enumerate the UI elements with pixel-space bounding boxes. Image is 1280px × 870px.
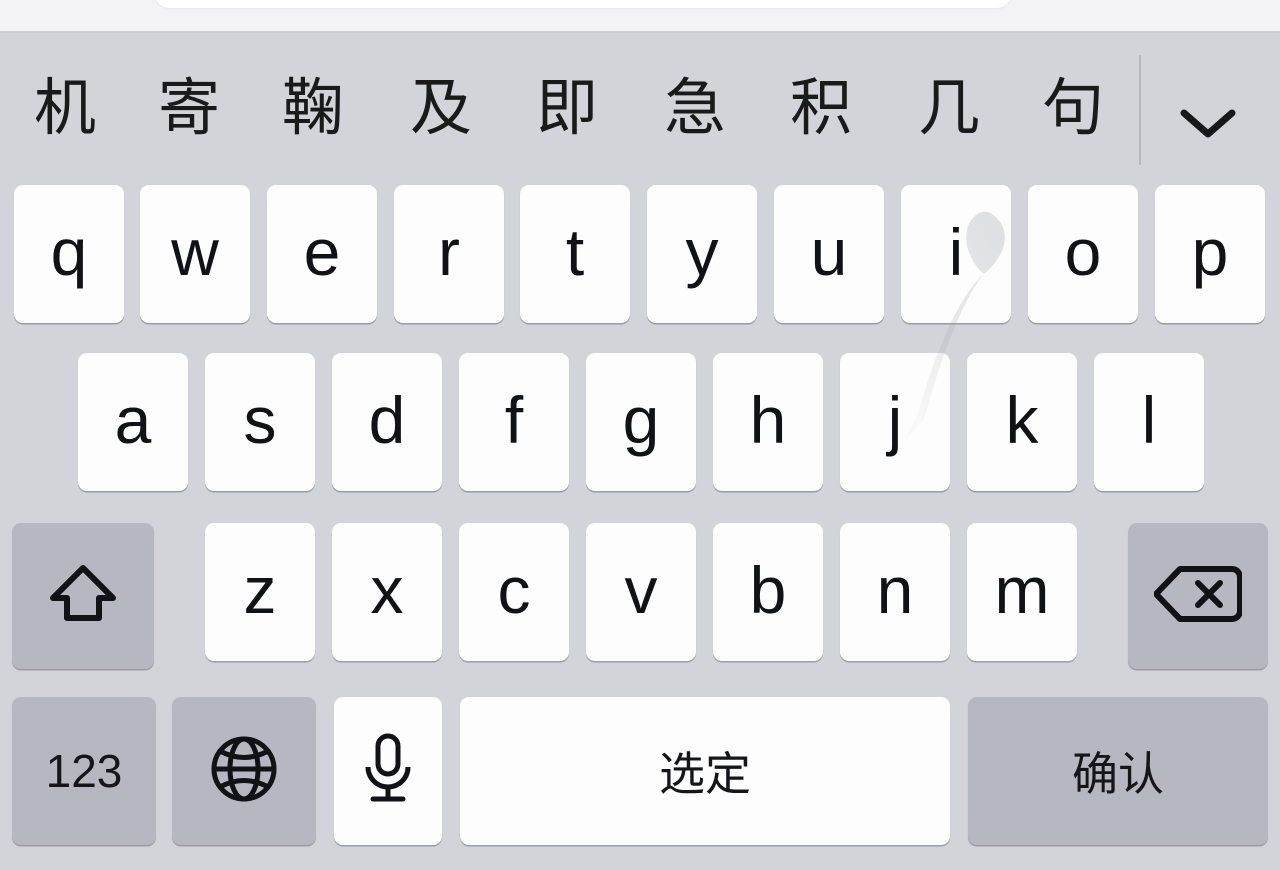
key-k[interactable]: k: [967, 353, 1077, 491]
candidate-item-6[interactable]: 积: [778, 67, 864, 149]
candidate-bar-divider: [1139, 55, 1141, 165]
key-e[interactable]: e: [267, 185, 377, 323]
candidate-item-3[interactable]: 及: [398, 67, 484, 149]
key-p[interactable]: p: [1155, 185, 1265, 323]
return-key[interactable]: 确认: [968, 697, 1268, 845]
globe-key[interactable]: [172, 697, 316, 845]
chevron-down-icon[interactable]: [1170, 93, 1246, 153]
backspace-delete-icon: [1153, 563, 1243, 630]
candidate-item-7[interactable]: 几: [906, 67, 992, 149]
key-u[interactable]: u: [774, 185, 884, 323]
key-w[interactable]: w: [140, 185, 250, 323]
keyboard-row-4: 123 选定 确认: [0, 697, 1280, 845]
key-t[interactable]: t: [520, 185, 630, 323]
key-o[interactable]: o: [1028, 185, 1138, 323]
key-i[interactable]: i: [901, 185, 1011, 323]
text-input-field[interactable]: [155, 0, 1011, 8]
microphone-icon: [360, 731, 416, 812]
candidate-item-8[interactable]: 句: [1030, 67, 1116, 149]
key-r[interactable]: r: [394, 185, 504, 323]
shift-key[interactable]: [12, 523, 154, 669]
candidate-item-4[interactable]: 即: [524, 67, 610, 149]
screen: 机 寄 鞠 及 即 急 积 几 句 q w e r t y u i o p a …: [0, 0, 1280, 870]
key-s[interactable]: s: [205, 353, 315, 491]
keyboard-row-3: z x c v b n m: [0, 523, 1280, 669]
dictation-key[interactable]: [334, 697, 442, 845]
key-y[interactable]: y: [647, 185, 757, 323]
key-m[interactable]: m: [967, 523, 1077, 661]
key-z[interactable]: z: [205, 523, 315, 661]
numbers-key[interactable]: 123: [12, 697, 156, 845]
key-h[interactable]: h: [713, 353, 823, 491]
globe-icon: [208, 733, 280, 810]
key-v[interactable]: v: [586, 523, 696, 661]
candidate-item-0[interactable]: 机: [22, 67, 108, 149]
key-b[interactable]: b: [713, 523, 823, 661]
key-n[interactable]: n: [840, 523, 950, 661]
candidate-bar: 机 寄 鞠 及 即 急 积 几 句: [0, 33, 1280, 180]
shift-arrow-icon: [45, 556, 121, 637]
key-x[interactable]: x: [332, 523, 442, 661]
candidate-item-5[interactable]: 急: [652, 67, 738, 149]
backspace-key[interactable]: [1128, 523, 1268, 669]
candidate-item-1[interactable]: 寄: [146, 67, 232, 149]
key-l[interactable]: l: [1094, 353, 1204, 491]
key-j[interactable]: j: [840, 353, 950, 491]
space-key[interactable]: 选定: [460, 697, 950, 845]
keyboard-row-2: a s d f g h j k l: [0, 353, 1280, 499]
key-g[interactable]: g: [586, 353, 696, 491]
key-q[interactable]: q: [14, 185, 124, 323]
key-a[interactable]: a: [78, 353, 188, 491]
key-c[interactable]: c: [459, 523, 569, 661]
key-d[interactable]: d: [332, 353, 442, 491]
key-f[interactable]: f: [459, 353, 569, 491]
keyboard-row-1: q w e r t y u i o p: [0, 185, 1280, 331]
virtual-keyboard: 机 寄 鞠 及 即 急 积 几 句 q w e r t y u i o p a …: [0, 33, 1280, 870]
candidate-item-2[interactable]: 鞠: [270, 67, 356, 149]
app-content-area: [0, 0, 1280, 33]
